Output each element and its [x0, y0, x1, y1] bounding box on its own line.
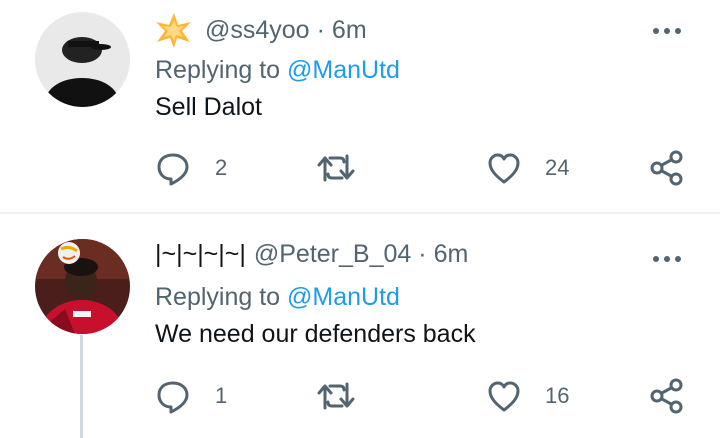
tweet-text: We need our defenders back — [155, 320, 476, 348]
like-button[interactable]: 24 — [487, 148, 569, 188]
reply-button[interactable]: 1 — [155, 376, 227, 416]
like-count: 16 — [545, 383, 570, 408]
more-dots-icon — [653, 256, 681, 262]
share-button[interactable] — [649, 376, 685, 416]
share-icon — [650, 150, 683, 186]
divider — [0, 212, 720, 214]
mention-link[interactable]: @ManUtd — [287, 283, 400, 311]
retweet-button[interactable] — [316, 148, 380, 188]
share-button[interactable] — [649, 148, 685, 188]
like-count: 24 — [545, 155, 570, 180]
mention-link[interactable]: @ManUtd — [287, 56, 400, 84]
tweet-actions: 1 16 — [0, 376, 720, 416]
retweet-icon — [317, 382, 355, 410]
more-options-button[interactable] — [652, 16, 682, 46]
more-dots-icon — [653, 28, 681, 34]
retweet-button[interactable] — [316, 376, 380, 416]
reply-count: 2 — [215, 155, 228, 180]
reply-icon — [157, 381, 189, 414]
star-emoji-icon — [156, 13, 191, 48]
separator-dot: · — [316, 15, 325, 44]
reply-count: 1 — [215, 383, 228, 408]
reply-button[interactable]: 2 — [155, 148, 227, 188]
timestamp[interactable]: 6m — [434, 240, 469, 269]
replying-to: Replying to @ManUtd — [155, 283, 400, 312]
tweet-text: Sell Dalot — [155, 93, 262, 121]
tweet-header: @ss4yoo · 6m — [155, 12, 367, 48]
reply-icon — [157, 153, 189, 186]
tweet-header: |~|~|~|~| @Peter_B_04 · 6m — [155, 236, 468, 272]
heart-icon — [488, 153, 520, 184]
replying-label: Replying to — [155, 56, 281, 84]
tweet-card[interactable]: @ss4yoo · 6m Replying to @ManUtd Sell Da… — [0, 0, 720, 213]
more-options-button[interactable] — [652, 244, 682, 274]
timestamp[interactable]: 6m — [332, 16, 367, 45]
avatar[interactable] — [35, 12, 130, 107]
replying-to: Replying to @ManUtd — [155, 56, 400, 85]
user-handle[interactable]: @ss4yoo — [205, 16, 310, 45]
tweet-actions: 2 24 — [0, 148, 720, 188]
display-name[interactable]: |~|~|~|~| — [155, 240, 246, 269]
separator-dot: · — [418, 239, 427, 268]
like-button[interactable]: 16 — [487, 376, 569, 416]
replying-label: Replying to — [155, 283, 281, 311]
user-handle[interactable]: @Peter_B_04 — [254, 240, 411, 269]
share-icon — [650, 378, 683, 414]
tweet-card[interactable]: |~|~|~|~| @Peter_B_04 · 6m Replying to @… — [0, 215, 720, 438]
retweet-icon — [317, 154, 355, 182]
avatar[interactable] — [35, 239, 130, 334]
heart-icon — [488, 381, 520, 412]
